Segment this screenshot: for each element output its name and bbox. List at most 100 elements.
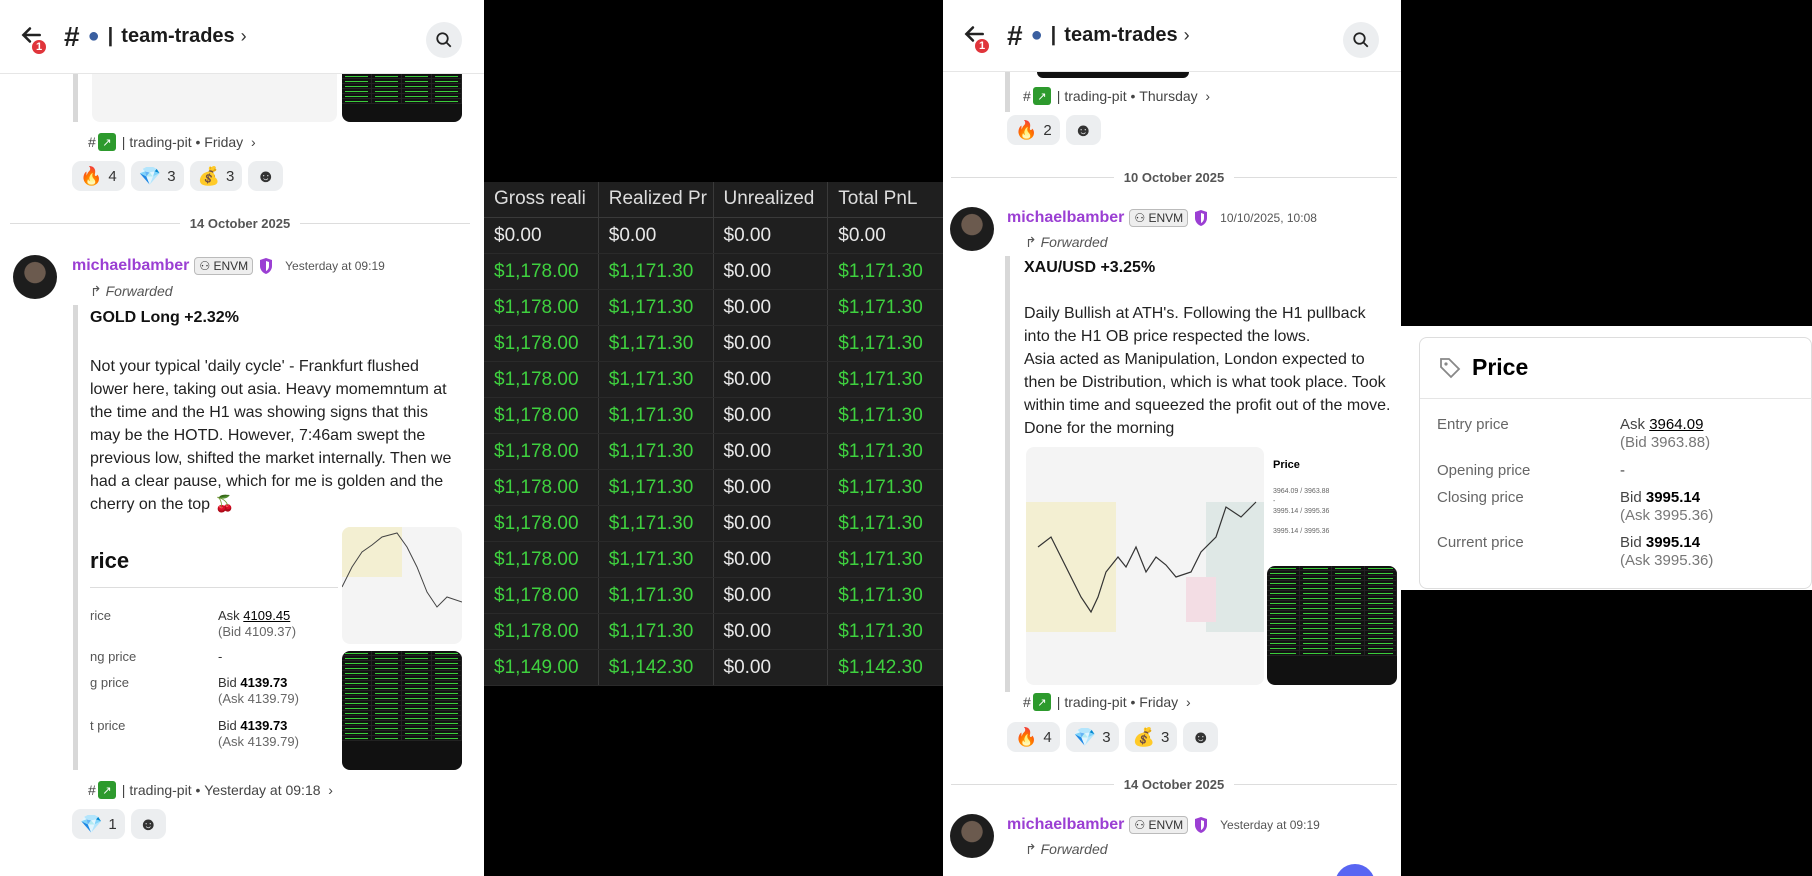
chart-up-icon: ↗ [97, 133, 116, 151]
separator: | [107, 25, 114, 47]
server-tag[interactable]: ⚇ ENVM [1129, 209, 1189, 227]
reactions-row: 🔥 2 ☻ [1007, 115, 1101, 145]
date-divider: 14 October 2025 [10, 216, 471, 231]
table-cell: $1,171.30 [838, 513, 923, 534]
avatar[interactable] [950, 814, 994, 858]
table-cell: $0.00 [714, 398, 829, 433]
shield-icon [1195, 817, 1208, 833]
reaction-gem[interactable]: 💎 1 [72, 809, 125, 839]
smiley-icon: ☻ [138, 813, 158, 834]
pnl-table-image[interactable] [342, 651, 462, 770]
table-cell: $0.00 [599, 218, 714, 253]
channel-reference[interactable]: # ↗ | trading-pit • Friday › [1023, 693, 1191, 711]
reaction-fire[interactable]: 🔥 4 [72, 161, 125, 191]
table-cell: $1,178.00 [484, 254, 599, 289]
closing-price-value: Bid 3995.14 (Ask 3995.36) [1620, 489, 1714, 524]
price-card-image[interactable]: Price 3964.09 / 3963.88-3995.14 / 3995.3… [1267, 447, 1397, 557]
entry-price-value: Ask 3964.09 (Bid 3963.88) [1620, 416, 1711, 451]
table-cell: $1,178.00 [484, 398, 599, 433]
table-cell: $1,178.00 [484, 290, 599, 325]
channel-reference[interactable]: # ↗ | trading-pit • Friday › [88, 133, 256, 151]
table-cell: $0.00 [714, 614, 829, 649]
table-cell: $1,178.00 [484, 326, 599, 361]
reaction-gem[interactable]: 💎 3 [130, 161, 184, 191]
table-row: $1,178.00 $1,171.30 $0.00 $1,171.30 [484, 470, 943, 506]
table-cell: $1,171.30 [599, 254, 714, 289]
table-cell: $0.00 [714, 254, 829, 289]
date-divider: 14 October 2025 [951, 777, 1398, 792]
table-header-row: Gross reali Realized Pr Unrealized Total… [484, 182, 943, 218]
opening-price-label: Opening price [1437, 462, 1531, 479]
table-cell: $0.00 [714, 578, 829, 613]
reaction-money[interactable]: 💰 3 [189, 161, 243, 191]
channel-header: 1 # ● | team-trades › [0, 0, 484, 74]
username[interactable]: michaelbamber [1007, 816, 1124, 834]
pnl-table-image[interactable] [1267, 566, 1397, 685]
col-header-gross: Gross reali [484, 182, 599, 217]
add-reaction-button[interactable]: ☻ [130, 809, 166, 839]
server-tag[interactable]: ⚇ ENVM [194, 257, 254, 275]
closing-price-label: Closing price [1437, 489, 1524, 506]
table-cell: $1,171.30 [599, 362, 714, 397]
channel-hash-icon: # [1007, 19, 1023, 51]
channel-name[interactable]: team-trades [121, 25, 234, 48]
reaction-gem[interactable]: 💎 3 [1065, 722, 1119, 752]
table-cell: $1,178.00 [484, 470, 599, 505]
table-cell: $1,142.30 [599, 650, 714, 685]
table-cell: $0.00 [714, 470, 829, 505]
forwarded-label: ↱ Forwarded [1025, 234, 1108, 250]
thread-line [73, 74, 78, 122]
table-row: $1,178.00 $1,171.30 $0.00 $1,171.30 [484, 542, 943, 578]
current-price-label: Current price [1437, 534, 1524, 551]
opening-price-value: - [1620, 462, 1625, 479]
avatar[interactable] [950, 207, 994, 251]
add-reaction-button[interactable]: ☻ [248, 161, 284, 191]
separator: | [1050, 24, 1057, 46]
search-button[interactable] [426, 22, 462, 58]
person-icon: ● [87, 25, 100, 47]
image-bottom-edge [1037, 72, 1189, 78]
new-message-button[interactable] [1335, 864, 1375, 876]
reaction-fire[interactable]: 🔥 2 [1007, 115, 1060, 145]
person-icon: ● [1030, 24, 1043, 46]
timestamp: Yesterday at 09:19 [285, 259, 385, 273]
channel-reference[interactable]: # ↗ | trading-pit • Thursday › [1023, 87, 1210, 105]
table-cell: $1,171.30 [838, 405, 923, 426]
chart-image[interactable] [1026, 447, 1264, 685]
chart-image[interactable] [92, 74, 337, 122]
table-cell: $1,171.30 [838, 477, 923, 498]
price-chart [342, 527, 462, 608]
search-button[interactable] [1343, 22, 1379, 58]
table-row: $1,178.00 $1,171.30 $0.00 $1,171.30 [484, 362, 943, 398]
channel-hash-icon: # [64, 20, 80, 52]
reaction-money[interactable]: 💰 3 [1124, 722, 1178, 752]
reaction-fire[interactable]: 🔥 4 [1007, 722, 1060, 752]
back-button[interactable]: 1 [18, 22, 48, 56]
chevron-right-icon: › [240, 26, 247, 46]
add-reaction-button[interactable]: ☻ [1065, 115, 1101, 145]
reactions-row: 🔥 4 💎 3 💰 3 ☻ [72, 161, 284, 191]
server-tag[interactable]: ⚇ ENVM [1129, 816, 1189, 834]
add-reaction-button[interactable]: ☻ [1183, 722, 1219, 752]
back-button[interactable]: 1 [961, 21, 991, 55]
table-cell: $0.00 [714, 218, 829, 253]
message-header: michaelbamber ⚇ ENVM 10/10/2025, 10:08 [1007, 209, 1317, 227]
avatar[interactable] [13, 255, 57, 299]
pnl-table-image[interactable] [342, 74, 462, 122]
channel-reference[interactable]: # ↗ | trading-pit • Yesterday at 09:18 › [88, 781, 333, 799]
chevron-right-icon: › [1183, 25, 1190, 45]
message-header: michaelbamber ⚇ ENVM Yesterday at 09:19 [1007, 816, 1320, 834]
search-icon [436, 32, 452, 48]
notification-badge: 1 [30, 37, 48, 56]
username[interactable]: michaelbamber [1007, 209, 1124, 227]
table-cell: $1,171.30 [599, 542, 714, 577]
table-cell: $0.00 [838, 225, 886, 246]
price-card-image[interactable]: rice rice Ask 4109.45 (Bid 4109.37) ng pr… [90, 530, 338, 770]
thread-line [1005, 256, 1010, 692]
smiley-icon: ☻ [1191, 726, 1211, 747]
table-cell: $1,171.30 [838, 585, 923, 606]
username[interactable]: michaelbamber [72, 257, 189, 275]
channel-name[interactable]: team-trades [1064, 24, 1177, 47]
chart-image[interactable] [342, 527, 462, 644]
table-cell: $1,178.00 [484, 506, 599, 541]
